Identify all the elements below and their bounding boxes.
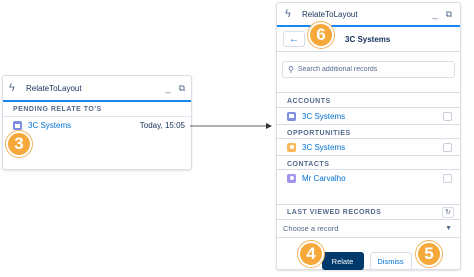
opportunity-row[interactable]: 3C Systems — [277, 139, 460, 155]
contact-checkbox[interactable] — [443, 173, 452, 183]
dismiss-button[interactable]: Dismiss — [369, 252, 412, 270]
back-arrow-icon: ← — [289, 33, 299, 45]
popout-icon[interactable]: ⧉ — [179, 83, 185, 94]
refresh-button[interactable]: ↻ — [442, 206, 454, 218]
step-badge-4: 4 — [298, 241, 324, 267]
minimize-icon[interactable]: _ — [166, 83, 171, 93]
record-title: 3C Systems — [345, 34, 391, 44]
accounts-section-header: ACCOUNTS — [277, 93, 460, 108]
contact-row[interactable]: Mr Carvalho — [277, 170, 460, 186]
pending-record-time: Today, 15:05 — [139, 121, 185, 130]
search-input[interactable] — [297, 66, 448, 73]
opportunity-icon — [287, 142, 296, 152]
pending-relate-panel: ϟ RelateToLayout _ ⧉ PENDING RELATE TO'S… — [2, 75, 192, 170]
relate-button[interactable]: Relate — [321, 252, 364, 270]
minimize-icon[interactable]: _ — [433, 9, 438, 19]
record-subheader: ← 3C Systems — [277, 25, 460, 52]
panel-title: RelateToLayout — [302, 9, 358, 19]
pending-record-row[interactable]: 3C Systems Today, 15:05 — [3, 117, 191, 134]
panel-title: RelateToLayout — [26, 83, 82, 93]
step-badge-5: 5 — [416, 241, 442, 267]
opportunity-checkbox[interactable] — [443, 142, 452, 152]
divider — [277, 84, 460, 93]
step-badge-3: 3 — [6, 131, 32, 157]
search-icon: ⚲ — [288, 65, 294, 74]
contacts-section-header: CONTACTS — [277, 155, 460, 170]
opportunity-link[interactable]: 3C Systems — [302, 143, 443, 152]
contact-link[interactable]: Mr Carvalho — [302, 174, 443, 183]
relate-to-panel: ϟ RelateToLayout _ ⧉ ← 3C Systems ⚲ ACCO… — [276, 2, 461, 270]
last-viewed-label: LAST VIEWED RECORDS — [287, 208, 382, 216]
contact-icon — [287, 173, 296, 183]
opportunities-section-header: OPPORTUNITIES — [277, 124, 460, 139]
panel-header: ϟ RelateToLayout _ ⧉ — [3, 76, 191, 102]
step-badge-6: 6 — [308, 22, 334, 48]
account-icon — [13, 121, 22, 130]
popout-icon[interactable]: ⧉ — [446, 9, 452, 20]
account-row[interactable]: 3C Systems — [277, 108, 460, 124]
lightning-icon: ϟ — [285, 8, 291, 20]
refresh-icon: ↻ — [445, 209, 451, 216]
choose-record-select[interactable]: Choose a record ▼ — [277, 220, 460, 238]
account-icon — [287, 111, 296, 121]
choose-record-text: Choose a record — [283, 224, 339, 233]
connector-arrow — [190, 123, 272, 129]
search-area: ⚲ — [277, 52, 460, 84]
back-button[interactable]: ← — [283, 31, 305, 47]
pending-section-header: PENDING RELATE TO'S — [3, 102, 191, 117]
search-box[interactable]: ⚲ — [282, 61, 455, 78]
panel-header: ϟ RelateToLayout _ ⧉ — [277, 3, 460, 25]
account-checkbox[interactable] — [443, 111, 452, 121]
pending-record-link[interactable]: 3C Systems — [28, 121, 140, 130]
last-viewed-header: LAST VIEWED RECORDS ↻ — [277, 204, 460, 220]
account-link[interactable]: 3C Systems — [302, 112, 443, 121]
chevron-down-icon: ▼ — [445, 225, 452, 232]
lightning-icon: ϟ — [9, 82, 15, 94]
